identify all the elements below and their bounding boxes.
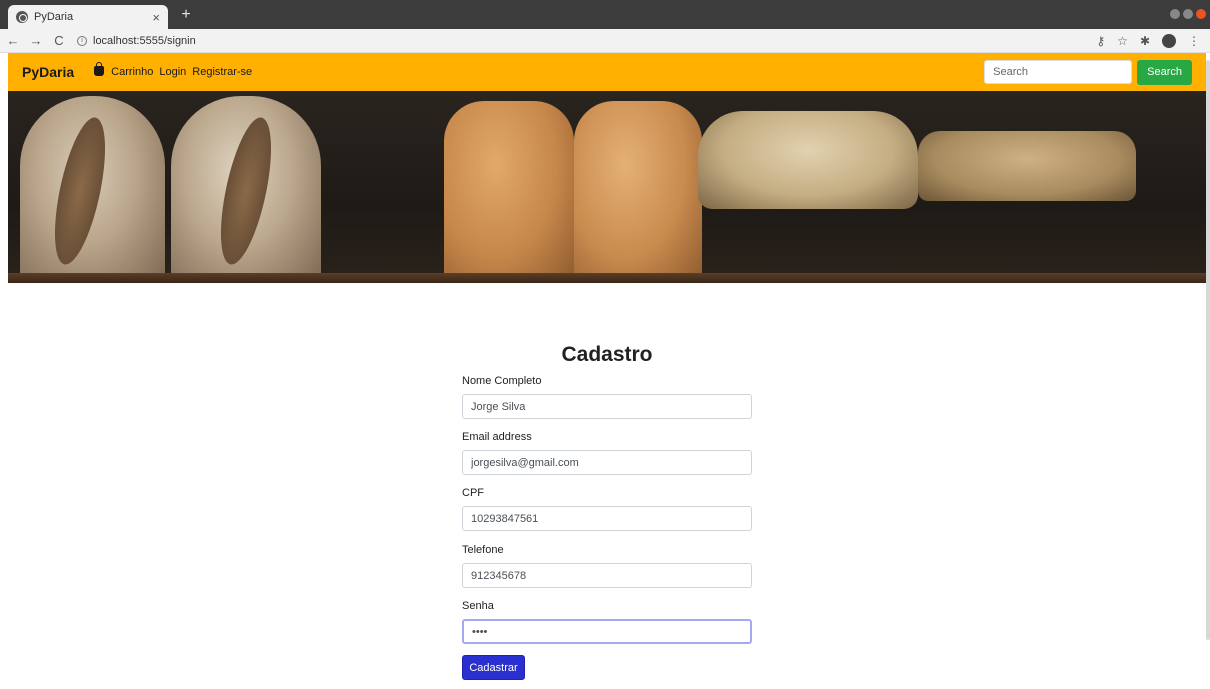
close-window-icon[interactable]: [1196, 9, 1206, 19]
shopping-bag-icon: [94, 62, 105, 76]
browser-address-bar: ← → C i localhost:5555/signin ⚷ ☆ ✱ ⋮: [0, 29, 1210, 53]
new-tab-button[interactable]: +: [176, 6, 196, 24]
globe-icon: [16, 11, 28, 23]
form-title: Cadastro: [561, 343, 653, 366]
bread-loaf: [171, 96, 321, 283]
cpf-label: CPF: [462, 487, 484, 499]
search-input[interactable]: [984, 60, 1133, 84]
page-scrollbar[interactable]: [1206, 60, 1210, 640]
search-button[interactable]: Search: [1137, 59, 1192, 85]
name-input[interactable]: [462, 394, 752, 419]
bread-loaf: [918, 131, 1136, 201]
url-field[interactable]: i localhost:5555/signin: [77, 32, 196, 50]
browser-toolbar-right: ⚷ ☆ ✱ ⋮: [1096, 33, 1200, 48]
nav-link-login[interactable]: Login: [159, 66, 186, 78]
hero-bread-image: [8, 91, 1206, 283]
browser-tab-strip: PyDaria × +: [0, 0, 1210, 29]
phone-label: Telefone: [462, 544, 504, 556]
email-label: Email address: [462, 431, 532, 443]
browser-tab[interactable]: PyDaria ×: [8, 5, 168, 29]
name-label: Nome Completo: [462, 375, 542, 387]
forward-arrow-icon[interactable]: →: [26, 33, 46, 48]
cpf-input[interactable]: [462, 506, 752, 531]
back-arrow-icon[interactable]: ←: [3, 33, 23, 48]
nav-link-registrar[interactable]: Registrar-se: [192, 66, 252, 78]
url-text: localhost:5555/signin: [93, 34, 196, 47]
close-tab-icon[interactable]: ×: [152, 10, 160, 25]
bread-loaf: [574, 101, 702, 283]
minimize-icon[interactable]: [1170, 9, 1180, 19]
submit-button[interactable]: Cadastrar: [462, 655, 525, 680]
info-icon[interactable]: i: [77, 35, 87, 46]
nav-link-carrinho[interactable]: Carrinho: [94, 62, 154, 78]
menu-dots-icon[interactable]: ⋮: [1188, 34, 1200, 48]
shelf: [8, 273, 1206, 283]
extensions-puzzle-icon[interactable]: ✱: [1140, 34, 1150, 48]
search-form: Search: [984, 59, 1192, 85]
email-input[interactable]: [462, 450, 752, 475]
bread-loaf: [698, 111, 918, 209]
tab-title: PyDaria: [34, 11, 74, 23]
key-icon[interactable]: ⚷: [1096, 34, 1105, 48]
site-navbar: PyDaria Carrinho Login Registrar-se Sear…: [8, 53, 1206, 91]
phone-input[interactable]: [462, 563, 752, 588]
bread-loaf: [444, 101, 574, 283]
profile-avatar-icon[interactable]: [1162, 33, 1176, 48]
password-input[interactable]: [462, 619, 752, 644]
window-controls: [1170, 9, 1206, 19]
password-label: Senha: [462, 600, 494, 612]
brand-link[interactable]: PyDaria: [22, 64, 74, 80]
bread-loaf: [20, 96, 165, 283]
nav-link-label: Carrinho: [111, 66, 154, 78]
star-icon[interactable]: ☆: [1117, 34, 1128, 48]
reload-icon[interactable]: C: [49, 33, 69, 48]
maximize-icon[interactable]: [1183, 9, 1193, 19]
